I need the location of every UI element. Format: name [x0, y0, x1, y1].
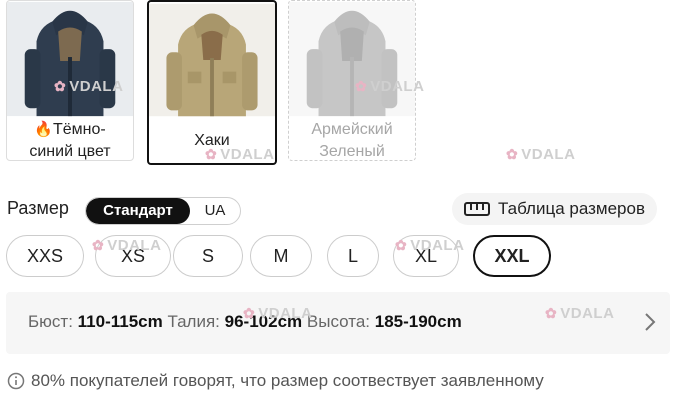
size-option-m[interactable]: M — [250, 235, 312, 277]
standard-option-ua[interactable]: UA — [190, 198, 240, 224]
flame-icon: 🔥 — [34, 121, 53, 138]
color-swatch-label: Армейский Зеленый — [311, 121, 393, 160]
fit-note: 80% покупателей говорят, что размер соот… — [7, 371, 544, 391]
watermark: ✿ VDALA — [92, 237, 162, 254]
info-icon — [7, 372, 25, 390]
watermark: ✿ VDALA — [545, 305, 615, 322]
watermark: ✿ VDALA — [506, 146, 576, 163]
size-measurements-panel[interactable]: Бюст: 110-115cm Талия: 96-102cm Высота: … — [6, 292, 670, 354]
standard-option-standart[interactable]: Стандарт — [86, 198, 190, 224]
size-standard-toggle: Стандарт UA — [85, 197, 241, 225]
chevron-right-icon — [645, 313, 656, 331]
jacket-image-khaki — [149, 3, 275, 117]
size-option-l[interactable]: L — [327, 235, 379, 277]
jacket-image-dark-blue — [7, 1, 133, 117]
watermark: ✿ VDALA — [243, 305, 313, 322]
watermark: ✿ VDALA — [395, 237, 465, 254]
size-table-button[interactable]: Таблица размеров — [452, 193, 657, 225]
watermark: ✿ VDALA — [54, 78, 124, 95]
size-table-label: Таблица размеров — [498, 199, 645, 218]
size-option-s[interactable]: S — [173, 235, 243, 277]
watermark: ✿ VDALA — [205, 146, 275, 163]
watermark: ✿ VDALA — [355, 78, 425, 95]
size-label: Размер — [7, 198, 69, 218]
color-swatch-label: 🔥Тёмно- синий цвет — [29, 121, 111, 160]
fit-note-text: 80% покупателей говорят, что размер соот… — [31, 371, 544, 390]
color-swatch-khaki[interactable]: Хаки — [147, 0, 277, 165]
ruler-icon — [464, 202, 490, 216]
size-option-xxl[interactable]: XXL — [473, 235, 551, 277]
jacket-image-army-green — [289, 1, 415, 117]
size-option-xxs[interactable]: XXS — [6, 235, 84, 277]
